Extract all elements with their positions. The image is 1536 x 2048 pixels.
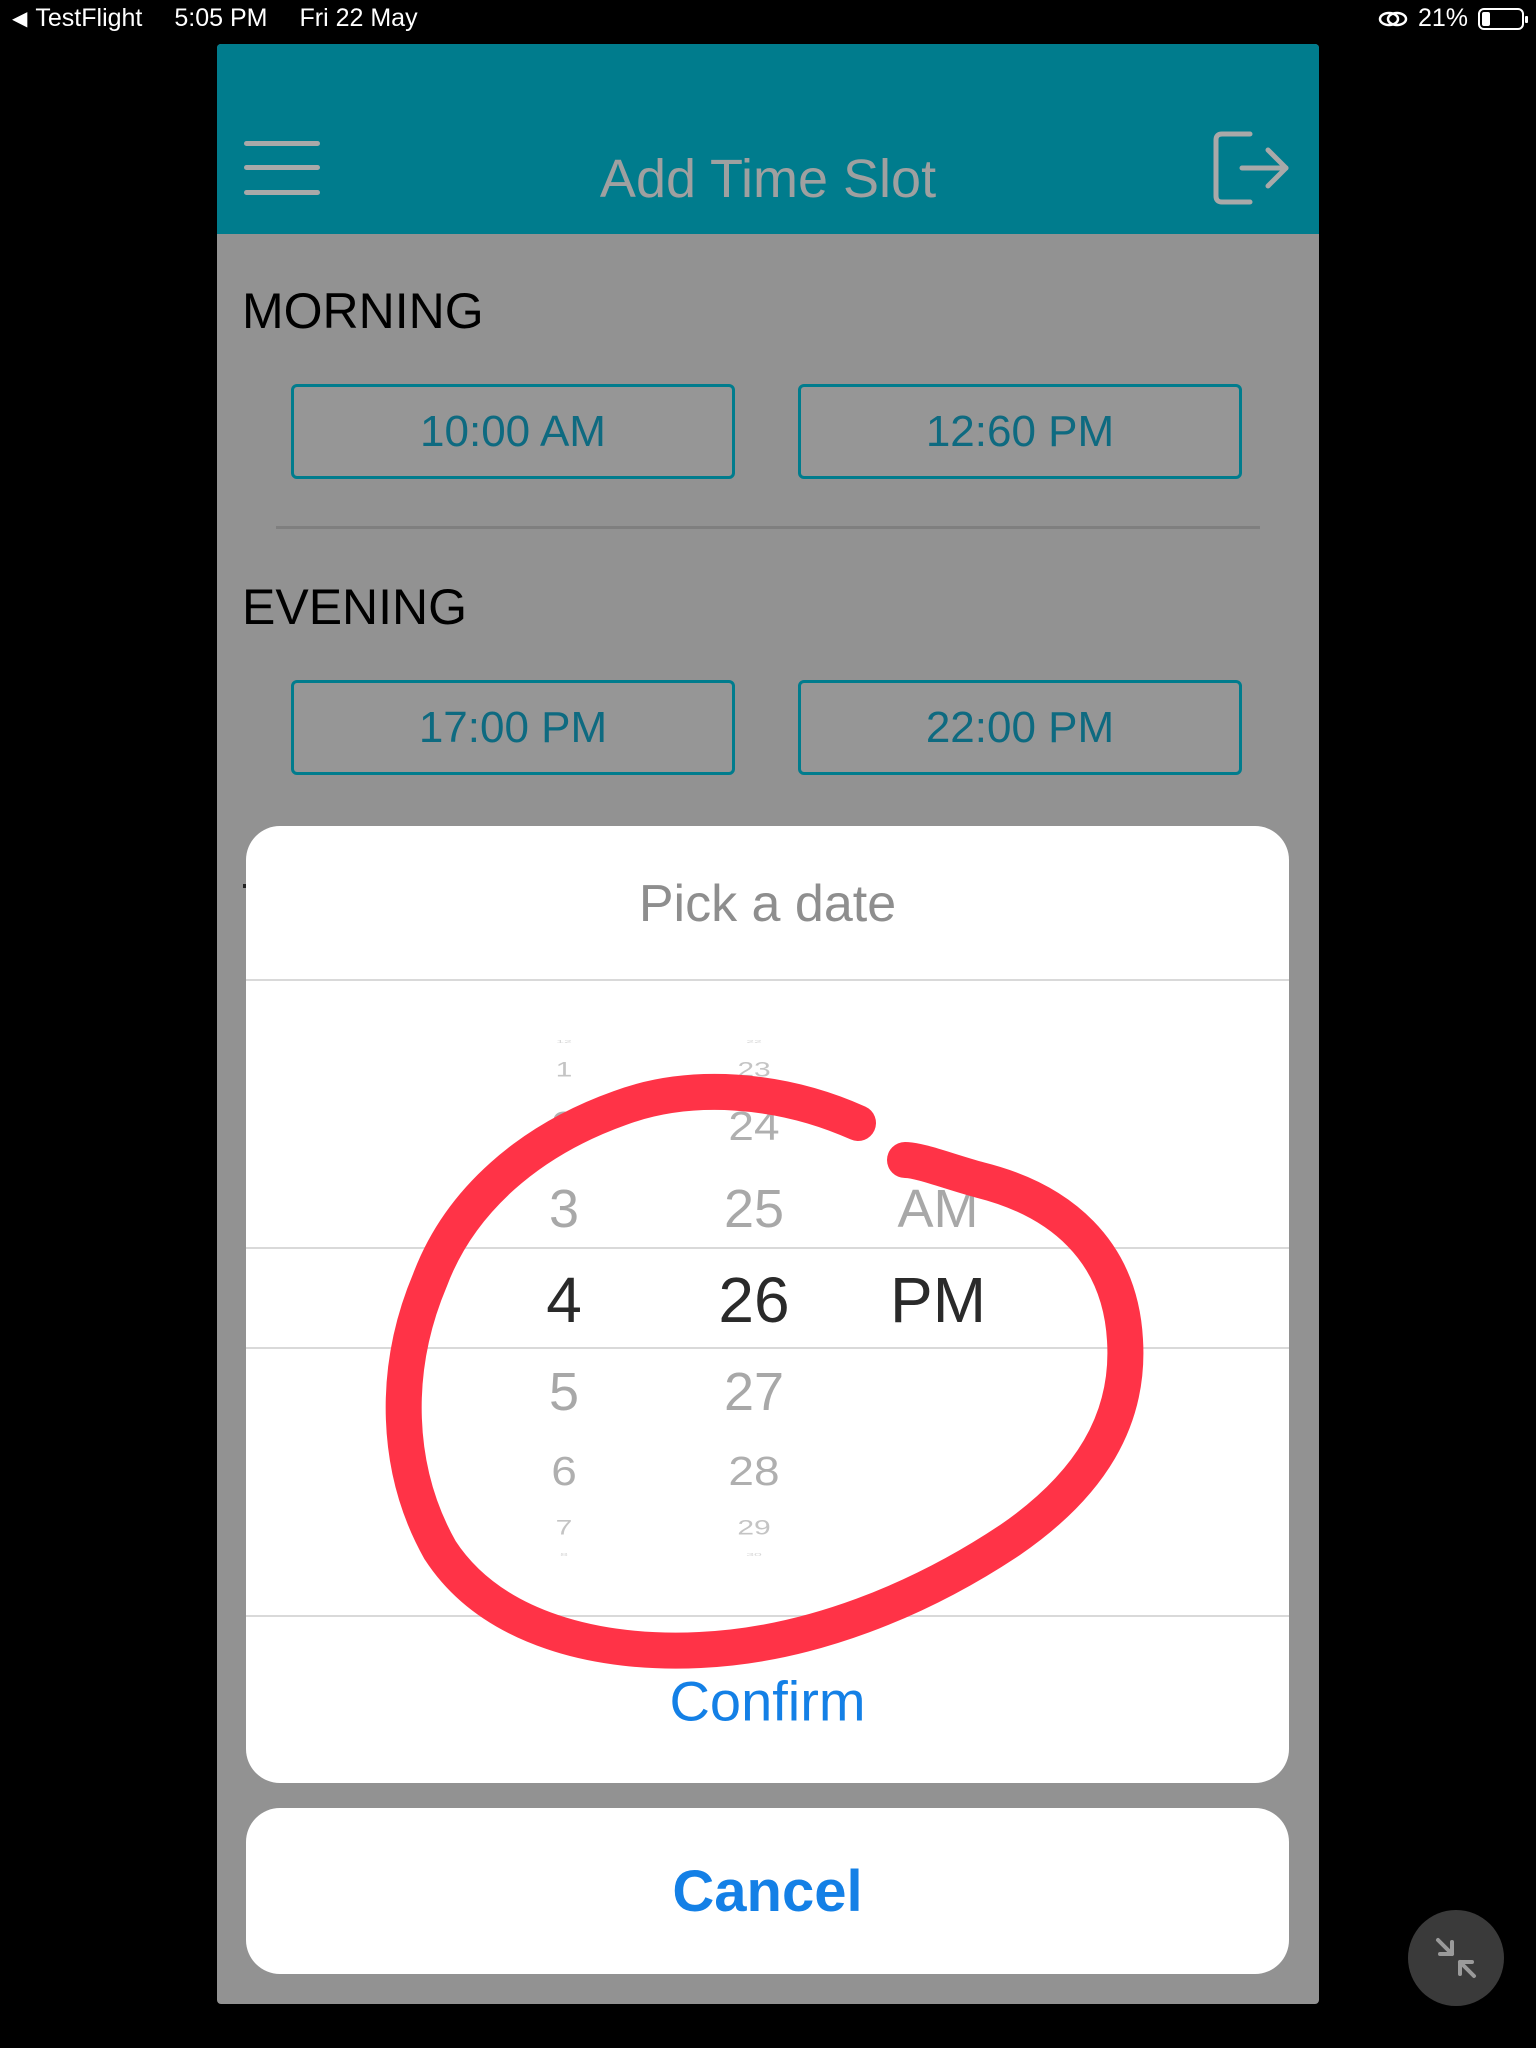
hour-option-selected[interactable]: 4 — [546, 1268, 582, 1332]
hour-option[interactable]: 12 — [556, 1039, 572, 1044]
selection-band-top — [246, 1247, 1289, 1249]
minute-option[interactable]: 30 — [746, 1552, 762, 1557]
morning-section-title: MORNING — [242, 283, 484, 339]
confirm-button[interactable]: Confirm — [246, 1669, 1289, 1734]
period-option-selected[interactable]: PM — [890, 1268, 986, 1332]
minute-option[interactable]: 23 — [737, 1059, 770, 1081]
hour-option[interactable]: 5 — [549, 1365, 579, 1419]
hour-option[interactable]: 8 — [560, 1552, 568, 1557]
picker-title: Pick a date — [638, 875, 897, 933]
minute-option[interactable]: 22 — [746, 1039, 762, 1044]
hour-option[interactable]: 1 — [556, 1059, 573, 1081]
hour-option[interactable]: 2 — [551, 1106, 577, 1146]
page-title: Add Time Slot — [599, 149, 937, 209]
confirm-divider — [246, 1615, 1289, 1617]
picker-title-divider — [246, 979, 1289, 981]
section-divider — [276, 526, 1260, 529]
status-date: Fri 22 May — [299, 4, 418, 32]
evening-end-time-button[interactable]: 22:00 PM — [798, 680, 1242, 775]
evening-section-title: EVENING — [242, 579, 468, 635]
navigation-bar: Add Time Slot — [217, 44, 1319, 234]
morning-start-time-button[interactable]: 10:00 AM — [291, 384, 735, 479]
minute-option[interactable]: 24 — [728, 1106, 779, 1146]
morning-end-time-button[interactable]: 12:60 PM — [798, 384, 1242, 479]
hour-option[interactable]: 6 — [551, 1451, 577, 1491]
link-icon — [1378, 11, 1408, 26]
back-to-app-link[interactable]: TestFlight — [35, 4, 142, 33]
date-picker-sheet: Pick a date 12 1 2 3 4 5 6 7 8 22 23 24 … — [246, 826, 1289, 1783]
hour-option[interactable]: 3 — [549, 1182, 579, 1236]
back-triangle-icon[interactable]: ◀ — [12, 6, 27, 31]
minute-option-selected[interactable]: 26 — [718, 1268, 789, 1332]
minute-option[interactable]: 25 — [724, 1182, 784, 1236]
collapse-arrows-icon[interactable] — [1408, 1910, 1504, 2006]
minute-option[interactable]: 28 — [728, 1451, 779, 1491]
status-bar-right: 21% — [1368, 4, 1528, 33]
battery-percent: 21% — [1417, 4, 1468, 32]
period-option[interactable]: AM — [898, 1182, 979, 1236]
battery-icon — [1478, 7, 1528, 30]
hour-option[interactable]: 7 — [556, 1517, 573, 1539]
status-bar-left: ◀ TestFlight 5:05 PM Fri 22 May — [12, 4, 450, 33]
minute-option[interactable]: 29 — [737, 1517, 770, 1539]
selection-band-bottom — [246, 1347, 1289, 1349]
cancel-button[interactable]: Cancel — [246, 1808, 1289, 1974]
evening-start-time-button[interactable]: 17:00 PM — [291, 680, 735, 775]
logout-icon[interactable] — [1212, 128, 1292, 208]
status-bar: ◀ TestFlight 5:05 PM Fri 22 May 21% — [0, 0, 1536, 40]
minute-option[interactable]: 27 — [724, 1365, 784, 1419]
status-time: 5:05 PM — [174, 4, 268, 32]
